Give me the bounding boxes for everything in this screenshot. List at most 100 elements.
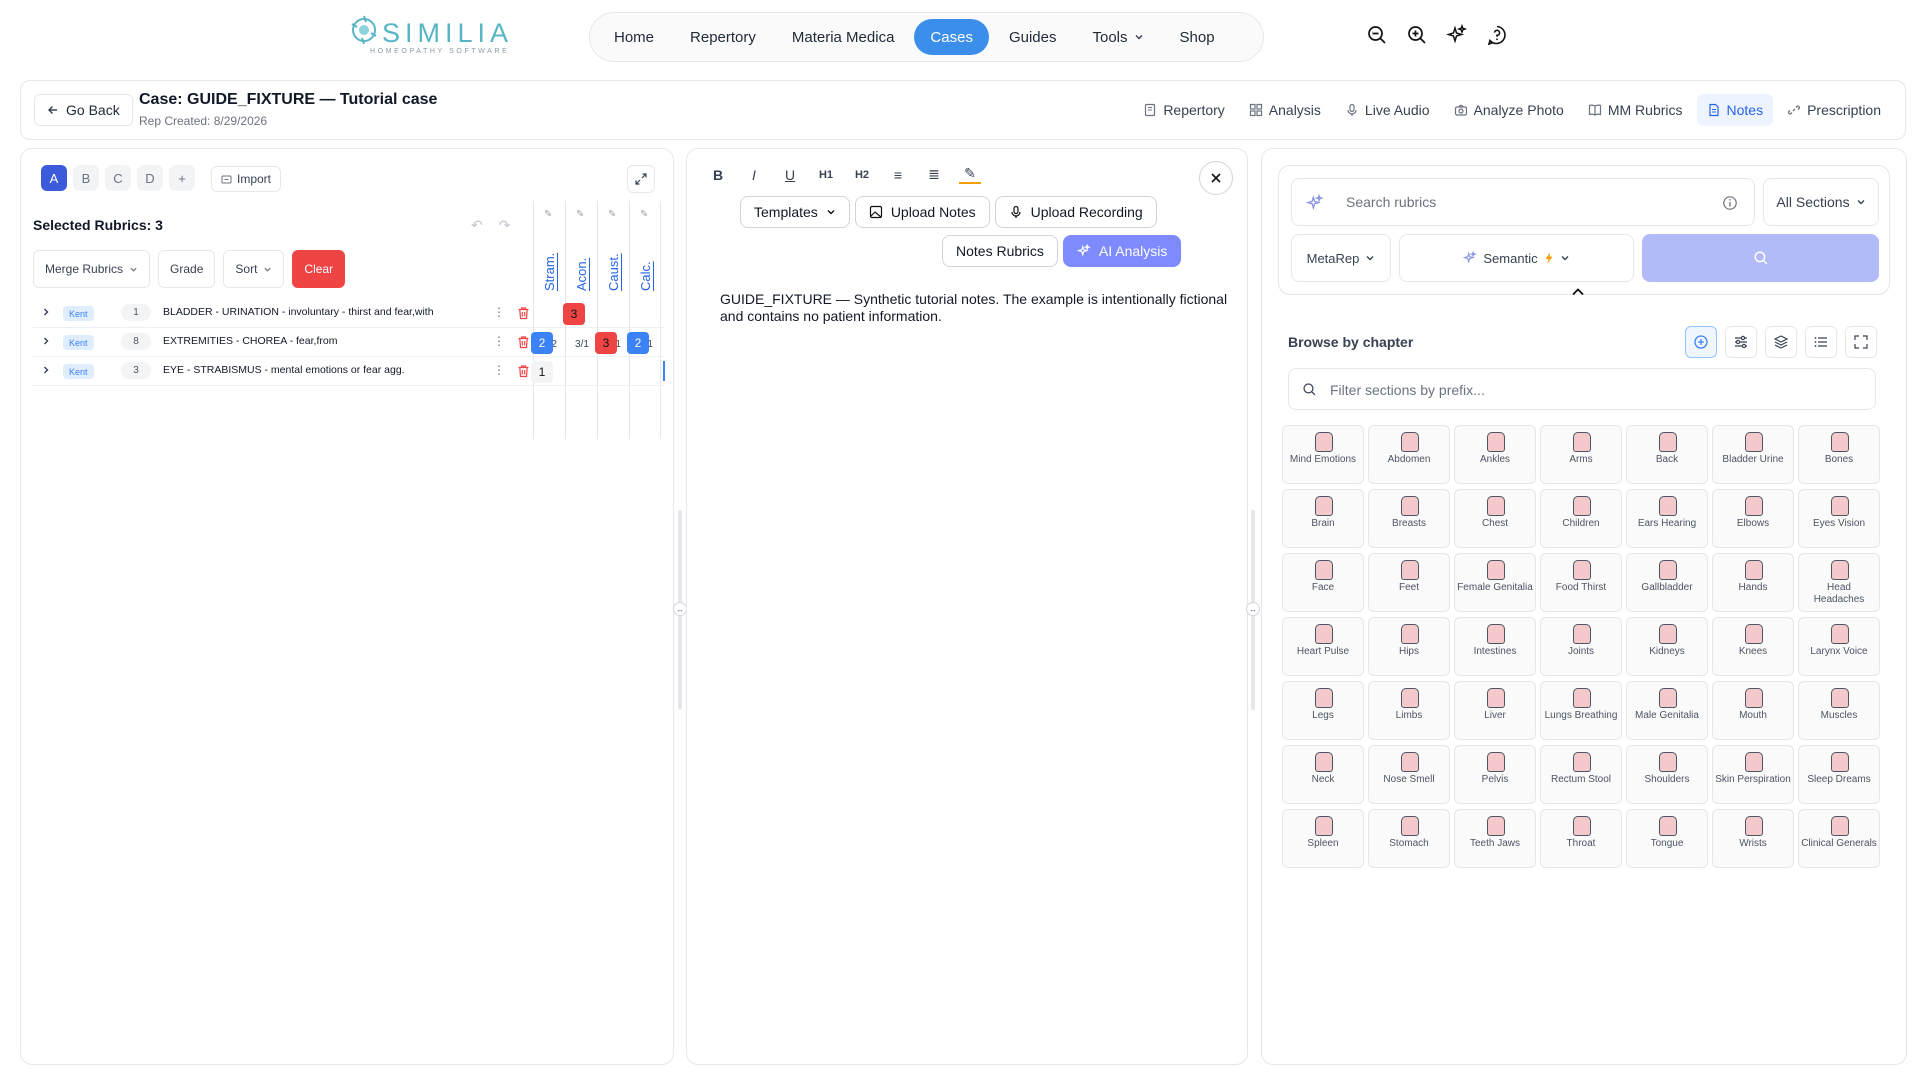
chapter-female-genitalia[interactable]: Female Genitalia (1454, 553, 1536, 612)
nav-repertory[interactable]: Repertory (674, 19, 772, 55)
chapter-lungs-breathing[interactable]: Lungs Breathing (1540, 681, 1622, 740)
remedy-name[interactable]: Caust. (606, 243, 621, 291)
edit-pen-icon[interactable]: ✎ (544, 209, 552, 220)
heading1-icon[interactable]: H1 (815, 169, 837, 181)
sort-button[interactable]: Sort (223, 250, 285, 288)
underline-icon[interactable]: U (779, 167, 801, 183)
go-back-button[interactable]: Go Back (34, 94, 133, 126)
chapter-back[interactable]: Back (1626, 425, 1708, 484)
remedy-grade-cell[interactable]: 3 (595, 332, 617, 354)
tab-mm-rubrics[interactable]: MM Rubrics (1578, 94, 1693, 126)
nav-cases[interactable]: Cases (914, 19, 989, 55)
chapter-hips[interactable]: Hips (1368, 617, 1450, 676)
chapter-teeth-jaws[interactable]: Teeth Jaws (1454, 809, 1536, 868)
layers-icon[interactable] (1765, 326, 1797, 358)
upload-recording-button[interactable]: Upload Recording (994, 196, 1157, 228)
fullscreen-icon[interactable] (1845, 326, 1877, 358)
chapter-abdomen[interactable]: Abdomen (1368, 425, 1450, 484)
letter-tab-b[interactable]: B (73, 165, 99, 191)
chapter-stomach[interactable]: Stomach (1368, 809, 1450, 868)
rubric-row[interactable]: Kent 1 BLADDER - URINATION - involuntary -… (33, 299, 665, 328)
nav-shop[interactable]: Shop (1164, 19, 1231, 55)
zoom-out-icon[interactable] (1366, 24, 1388, 46)
trash-icon[interactable] (517, 306, 530, 320)
edit-pen-icon[interactable]: ✎ (640, 209, 648, 220)
trash-icon[interactable] (517, 335, 530, 349)
upload-notes-button[interactable]: Upload Notes (854, 196, 990, 228)
heading2-icon[interactable]: H2 (851, 169, 873, 181)
chapter-hands[interactable]: Hands (1712, 553, 1794, 612)
chapter-liver[interactable]: Liver (1454, 681, 1536, 740)
notes-editor[interactable]: GUIDE_FIXTURE — Synthetic tutorial notes… (720, 291, 1230, 325)
close-button[interactable] (1199, 161, 1233, 195)
remedy-name[interactable]: Calc. (638, 243, 653, 291)
chapter-nose-smell[interactable]: Nose Smell (1368, 745, 1450, 804)
bulleted-list-icon[interactable]: ≡ (887, 167, 909, 183)
sliders-icon[interactable] (1725, 326, 1757, 358)
nav-home[interactable]: Home (598, 19, 670, 55)
chapter-ears-hearing[interactable]: Ears Hearing (1626, 489, 1708, 548)
chapter-heart-pulse[interactable]: Heart Pulse (1282, 617, 1364, 676)
chapter-neck[interactable]: Neck (1282, 745, 1364, 804)
help-icon[interactable] (1486, 24, 1508, 46)
remedy-name[interactable]: Stram. (542, 243, 557, 291)
nav-materia-medica[interactable]: Materia Medica (776, 19, 911, 55)
bold-icon[interactable]: B (707, 167, 729, 183)
chapter-male-genitalia[interactable]: Male Genitalia (1626, 681, 1708, 740)
filter-sections-input[interactable]: Filter sections by prefix... (1288, 368, 1876, 410)
merge-rubrics-button[interactable]: Merge Rubrics (33, 250, 151, 288)
letter-tab-c[interactable]: C (105, 165, 131, 191)
chapter-feet[interactable]: Feet (1368, 553, 1450, 612)
all-sections-dropdown[interactable]: All Sections (1763, 178, 1879, 226)
letter-tab-a[interactable]: A (41, 165, 67, 191)
chapter-throat[interactable]: Throat (1540, 809, 1622, 868)
chapter-mind-emotions[interactable]: Mind Emotions (1282, 425, 1364, 484)
undo-icon[interactable]: ↶ (471, 217, 483, 234)
chapter-chest[interactable]: Chest (1454, 489, 1536, 548)
chapter-wrists[interactable]: Wrists (1712, 809, 1794, 868)
numbered-list-icon[interactable]: ≣ (923, 166, 945, 183)
chapter-sleep-dreams[interactable]: Sleep Dreams (1798, 745, 1880, 804)
remedy-grade-cell[interactable]: 1 (531, 361, 553, 383)
remedy-grade-cell[interactable]: 2 (531, 332, 553, 354)
chapter-legs[interactable]: Legs (1282, 681, 1364, 740)
zoom-in-icon[interactable] (1406, 24, 1428, 46)
import-button[interactable]: Import (211, 166, 282, 192)
edit-pen-icon[interactable]: ✎ (576, 209, 584, 220)
chapter-brain[interactable]: Brain (1282, 489, 1364, 548)
rubric-text[interactable]: EXTREMITIES - CHOREA - fear,from (163, 335, 337, 347)
trash-icon[interactable] (517, 364, 530, 378)
tab-prescription[interactable]: Prescription (1777, 94, 1891, 126)
letter-tab-d[interactable]: D (137, 165, 163, 191)
info-icon[interactable] (1722, 195, 1738, 211)
chapter-arms[interactable]: Arms (1540, 425, 1622, 484)
chapter-shoulders[interactable]: Shoulders (1626, 745, 1708, 804)
tab-notes[interactable]: Notes (1696, 94, 1774, 126)
chapter-kidneys[interactable]: Kidneys (1626, 617, 1708, 676)
clear-button[interactable]: Clear (292, 250, 346, 288)
chapter-rectum-stool[interactable]: Rectum Stool (1540, 745, 1622, 804)
remedy-name[interactable]: Acon. (574, 243, 589, 291)
chapter-clinical-generals[interactable]: Clinical Generals (1798, 809, 1880, 868)
edit-pen-icon[interactable]: ✎ (608, 209, 616, 220)
remedy-grade-cell[interactable]: 2 (627, 332, 649, 354)
rubric-text[interactable]: BLADDER - URINATION - involuntary - thir… (163, 306, 434, 318)
ai-analysis-button[interactable]: AI Analysis (1062, 235, 1182, 267)
chapter-elbows[interactable]: Elbows (1712, 489, 1794, 548)
resize-handle-icon[interactable]: ↔ (1246, 602, 1260, 616)
list-icon[interactable] (1805, 326, 1837, 358)
highlighter-icon[interactable]: ✎ (959, 165, 981, 184)
chapter-limbs[interactable]: Limbs (1368, 681, 1450, 740)
chapter-mouth[interactable]: Mouth (1712, 681, 1794, 740)
chapter-food-thirst[interactable]: Food Thirst (1540, 553, 1622, 612)
add-tab-button[interactable]: + (169, 165, 195, 191)
chapter-children[interactable]: Children (1540, 489, 1622, 548)
templates-button[interactable]: Templates (740, 196, 850, 228)
italic-icon[interactable]: I (743, 167, 765, 183)
chapter-head-headaches[interactable]: Head Headaches (1798, 553, 1880, 612)
chapter-larynx-voice[interactable]: Larynx Voice (1798, 617, 1880, 676)
chapter-bones[interactable]: Bones (1798, 425, 1880, 484)
tab-analyze-photo[interactable]: Analyze Photo (1444, 94, 1574, 126)
chapter-intestines[interactable]: Intestines (1454, 617, 1536, 676)
remedy-grade-cell[interactable]: 3 (563, 303, 585, 325)
